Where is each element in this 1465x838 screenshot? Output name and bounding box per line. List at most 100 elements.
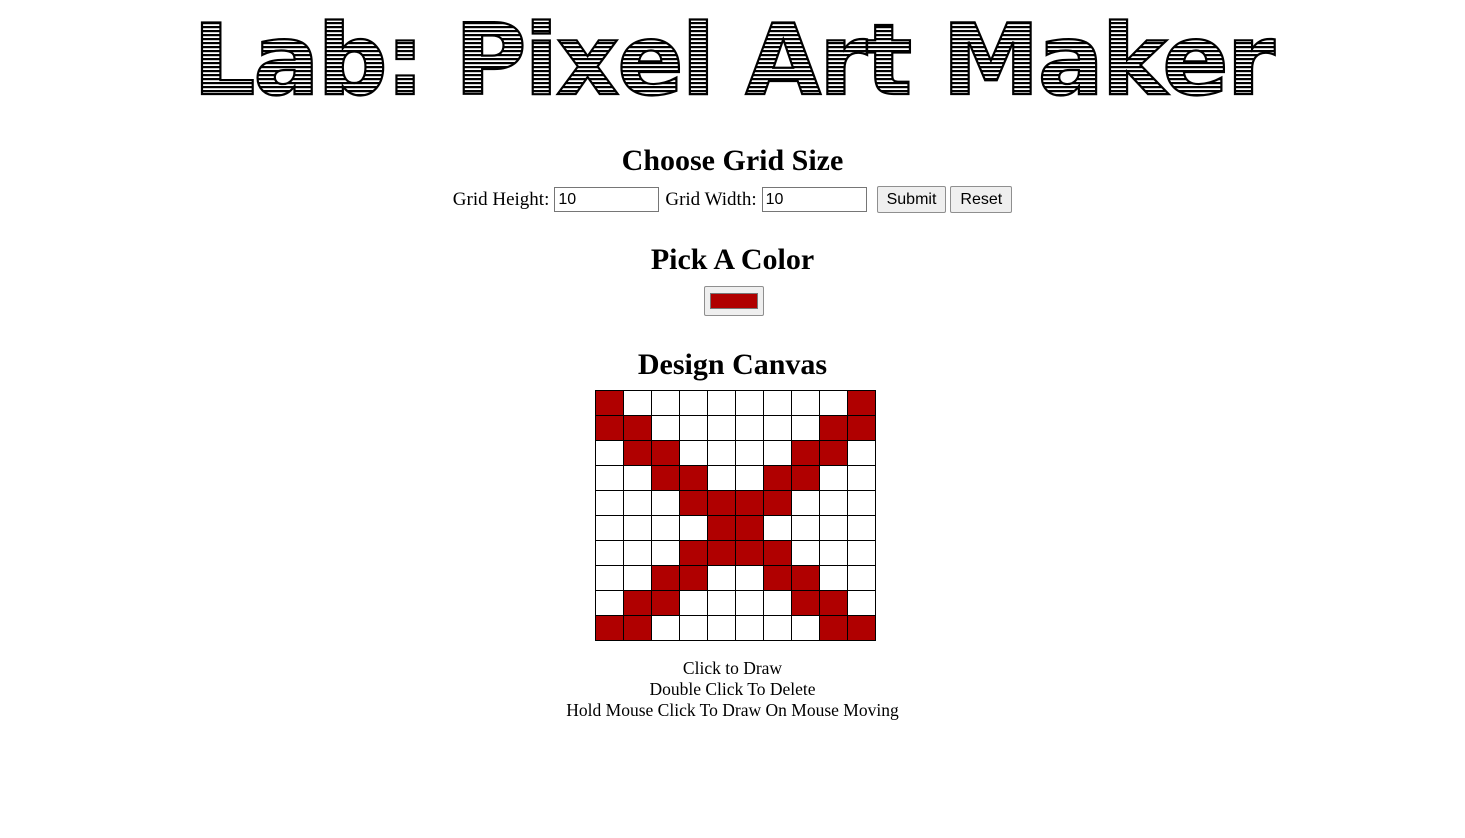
canvas-cell[interactable] [735, 465, 764, 491]
canvas-cell[interactable] [623, 490, 652, 516]
canvas-cell[interactable] [847, 415, 876, 441]
canvas-cell[interactable] [595, 465, 624, 491]
canvas-cell[interactable] [595, 615, 624, 641]
canvas-cell[interactable] [847, 490, 876, 516]
canvas-cell[interactable] [595, 515, 624, 541]
canvas-cell[interactable] [623, 440, 652, 466]
canvas-cell[interactable] [847, 465, 876, 491]
canvas-cell[interactable] [791, 590, 820, 616]
grid-width-input[interactable] [761, 187, 867, 212]
canvas-cell[interactable] [819, 565, 848, 591]
canvas-cell[interactable] [791, 415, 820, 441]
canvas-cell[interactable] [791, 565, 820, 591]
canvas-cell[interactable] [735, 565, 764, 591]
canvas-cell[interactable] [735, 490, 764, 516]
canvas-cell[interactable] [679, 590, 708, 616]
canvas-cell[interactable] [707, 390, 736, 416]
canvas-cell[interactable] [847, 390, 876, 416]
canvas-cell[interactable] [623, 415, 652, 441]
canvas-cell[interactable] [819, 615, 848, 641]
canvas-cell[interactable] [763, 590, 792, 616]
canvas-cell[interactable] [819, 540, 848, 566]
canvas-cell[interactable] [651, 615, 680, 641]
canvas-cell[interactable] [679, 440, 708, 466]
canvas-cell[interactable] [791, 540, 820, 566]
canvas-cell[interactable] [623, 465, 652, 491]
canvas-cell[interactable] [595, 490, 624, 516]
canvas-cell[interactable] [595, 540, 624, 566]
canvas-cell[interactable] [819, 515, 848, 541]
canvas-cell[interactable] [623, 590, 652, 616]
canvas-cell[interactable] [763, 565, 792, 591]
canvas-cell[interactable] [763, 390, 792, 416]
canvas-cell[interactable] [623, 390, 652, 416]
canvas-cell[interactable] [651, 540, 680, 566]
canvas-cell[interactable] [763, 465, 792, 491]
canvas-cell[interactable] [707, 415, 736, 441]
canvas-cell[interactable] [847, 540, 876, 566]
canvas-cell[interactable] [791, 465, 820, 491]
canvas-cell[interactable] [819, 490, 848, 516]
canvas-cell[interactable] [791, 515, 820, 541]
canvas-cell[interactable] [651, 465, 680, 491]
canvas-cell[interactable] [735, 415, 764, 441]
canvas-cell[interactable] [735, 590, 764, 616]
canvas-cell[interactable] [791, 615, 820, 641]
canvas-cell[interactable] [819, 440, 848, 466]
canvas-cell[interactable] [651, 565, 680, 591]
canvas-cell[interactable] [707, 540, 736, 566]
canvas-cell[interactable] [847, 590, 876, 616]
canvas-cell[interactable] [679, 465, 708, 491]
canvas-cell[interactable] [791, 440, 820, 466]
reset-button[interactable]: Reset [950, 186, 1013, 213]
canvas-cell[interactable] [651, 440, 680, 466]
canvas-cell[interactable] [679, 515, 708, 541]
canvas-cell[interactable] [707, 590, 736, 616]
canvas-cell[interactable] [735, 615, 764, 641]
canvas-cell[interactable] [707, 565, 736, 591]
canvas-cell[interactable] [819, 390, 848, 416]
canvas-cell[interactable] [763, 440, 792, 466]
canvas-cell[interactable] [623, 540, 652, 566]
canvas-cell[interactable] [595, 590, 624, 616]
canvas-cell[interactable] [623, 615, 652, 641]
canvas-cell[interactable] [595, 415, 624, 441]
canvas-cell[interactable] [679, 565, 708, 591]
canvas-cell[interactable] [819, 465, 848, 491]
canvas-cell[interactable] [735, 440, 764, 466]
canvas-cell[interactable] [679, 490, 708, 516]
canvas-cell[interactable] [679, 390, 708, 416]
canvas-cell[interactable] [735, 540, 764, 566]
grid-height-input[interactable] [554, 187, 660, 212]
color-picker-button[interactable] [704, 286, 764, 316]
canvas-cell[interactable] [595, 565, 624, 591]
canvas-cell[interactable] [679, 540, 708, 566]
canvas-cell[interactable] [595, 440, 624, 466]
canvas-cell[interactable] [763, 415, 792, 441]
canvas-cell[interactable] [819, 590, 848, 616]
canvas-cell[interactable] [707, 615, 736, 641]
canvas-cell[interactable] [791, 490, 820, 516]
canvas-cell[interactable] [707, 515, 736, 541]
canvas-cell[interactable] [819, 415, 848, 441]
canvas-cell[interactable] [847, 515, 876, 541]
canvas-cell[interactable] [763, 515, 792, 541]
canvas-cell[interactable] [679, 615, 708, 641]
canvas-cell[interactable] [847, 440, 876, 466]
canvas-cell[interactable] [651, 390, 680, 416]
canvas-cell[interactable] [791, 390, 820, 416]
canvas-cell[interactable] [707, 465, 736, 491]
submit-button[interactable]: Submit [876, 186, 947, 213]
canvas-cell[interactable] [847, 615, 876, 641]
canvas-cell[interactable] [763, 540, 792, 566]
canvas-cell[interactable] [651, 515, 680, 541]
canvas-cell[interactable] [847, 565, 876, 591]
canvas-cell[interactable] [595, 390, 624, 416]
canvas-cell[interactable] [735, 390, 764, 416]
canvas-cell[interactable] [763, 490, 792, 516]
canvas-cell[interactable] [707, 490, 736, 516]
canvas-cell[interactable] [651, 490, 680, 516]
canvas-cell[interactable] [623, 565, 652, 591]
canvas-cell[interactable] [651, 415, 680, 441]
canvas-cell[interactable] [735, 515, 764, 541]
